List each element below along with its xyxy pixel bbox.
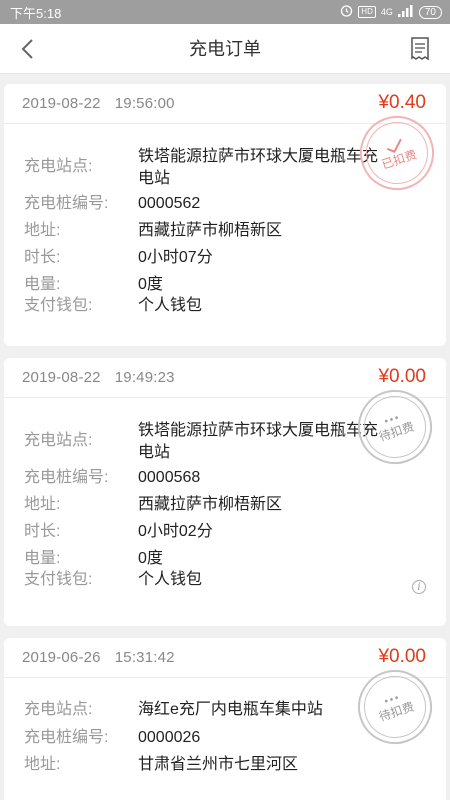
energy-value: 0度 <box>138 276 163 293</box>
pile-value: 0000562 <box>138 195 201 212</box>
order-time: 19:49:23 <box>114 369 175 386</box>
order-price: ¥0.00 <box>378 366 426 387</box>
order-card[interactable]: 2019-06-26 15:31:42 ¥0.00 充电站点: 海红e充厂内电瓶车… <box>4 638 446 800</box>
order-time: 19:56:00 <box>114 95 175 112</box>
order-date: 2019-08-22 <box>22 95 101 112</box>
wallet-value: 个人钱包 <box>138 297 203 314</box>
wallet-value: 个人钱包 <box>138 571 203 588</box>
order-price: ¥0.00 <box>378 646 426 667</box>
receipt-button[interactable] <box>408 36 432 62</box>
energy-label: 电量: <box>24 550 61 567</box>
status-bar: 下午5:18 HD 4G 70 <box>0 0 450 24</box>
order-datetime: 2019-08-22 19:56:00 <box>22 95 175 112</box>
duration-value: 0小时07分 <box>138 249 213 266</box>
info-icon[interactable]: i <box>412 580 426 594</box>
order-price: ¥0.40 <box>378 92 426 113</box>
network-label: 4G <box>380 7 393 17</box>
pile-value: 0000568 <box>138 469 201 486</box>
order-time: 15:31:42 <box>114 649 175 666</box>
status-icons: HD 4G 70 <box>340 4 442 20</box>
status-time: 下午5:18 <box>10 5 62 21</box>
hd-badge: HD <box>358 6 376 18</box>
stamp-label: 待扣费 <box>377 419 416 444</box>
duration-label: 时长: <box>24 249 61 266</box>
order-datetime: 2019-08-22 19:49:23 <box>22 369 175 386</box>
order-card[interactable]: 2019-08-22 19:49:23 ¥0.00 充电站点: 铁塔能源拉萨市环球… <box>4 358 446 626</box>
address-label: 地址: <box>24 496 61 513</box>
battery-icon: 70 <box>418 5 442 19</box>
order-card[interactable]: 2019-08-22 19:56:00 ¥0.40 充电站点: 铁塔能源拉萨市环球… <box>4 84 446 346</box>
order-card-header: 2019-08-22 19:56:00 ¥0.40 <box>4 84 446 124</box>
pile-label: 充电桩编号: <box>24 469 109 486</box>
order-datetime: 2019-06-26 15:31:42 <box>22 649 175 666</box>
back-button[interactable] <box>14 36 40 62</box>
energy-value: 0度 <box>138 550 163 567</box>
back-arrow-icon <box>21 39 33 59</box>
address-value: 甘肃省兰州市七里河区 <box>138 756 299 773</box>
address-label: 地址: <box>24 222 61 239</box>
pile-label: 充电桩编号: <box>24 729 109 746</box>
address-value: 西藏拉萨市柳梧新区 <box>138 496 283 513</box>
station-name-line2: 电站 <box>138 170 171 187</box>
energy-label: 电量: <box>24 276 61 293</box>
nav-bar: 充电订单 <box>0 24 450 74</box>
stamp-label: 待扣费 <box>377 699 416 724</box>
receipt-icon <box>411 37 429 61</box>
address-value: 西藏拉萨市柳梧新区 <box>138 222 283 239</box>
station-name-line1: 铁塔能源拉萨市环球大厦电瓶车充 <box>138 148 379 165</box>
page-title: 充电订单 <box>189 39 261 59</box>
duration-value: 0小时02分 <box>138 523 213 540</box>
pile-label: 充电桩编号: <box>24 195 109 212</box>
order-date: 2019-08-22 <box>22 369 101 386</box>
station-name-line2: 电站 <box>138 444 171 461</box>
alarm-icon <box>340 4 353 20</box>
signal-icon <box>397 4 414 20</box>
station-label: 充电站点: <box>24 432 93 449</box>
address-label: 地址: <box>24 756 61 773</box>
station-label: 充电站点: <box>24 701 93 718</box>
station-label: 充电站点: <box>24 158 93 175</box>
duration-label: 时长: <box>24 523 61 540</box>
order-date: 2019-06-26 <box>22 649 101 666</box>
station-name-line1: 铁塔能源拉萨市环球大厦电瓶车充 <box>138 422 379 439</box>
wallet-label: 支付钱包: <box>24 571 93 588</box>
wallet-label: 支付钱包: <box>24 297 93 314</box>
